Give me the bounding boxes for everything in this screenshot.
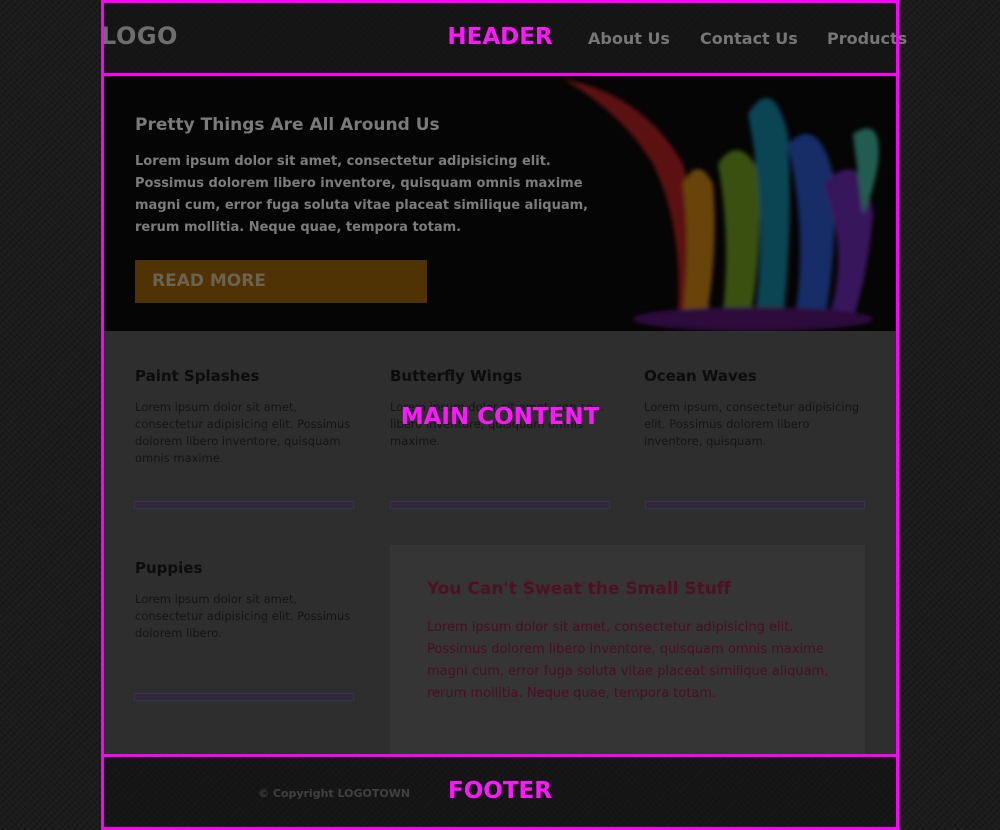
card-title: Ocean Waves	[644, 367, 757, 385]
card-text: Lorem ipsum dolor sit amet, con se... li…	[390, 400, 605, 448]
callout-text: Lorem ipsum dolor sit amet, consectetur …	[427, 620, 829, 701]
footer-nav-contact-us[interactable]: Contact Us	[592, 787, 659, 800]
site-footer: © Copyright LOGOTOWN About Us Contact Us…	[103, 755, 897, 830]
card-text: Lorem ipsum dolor sit amet, consectetur …	[135, 592, 351, 640]
footer-nav-about-us[interactable]: About Us	[443, 787, 499, 800]
card-title: Butterfly Wings	[390, 367, 523, 385]
nav-about-us[interactable]: About Us	[588, 29, 670, 48]
card-bar[interactable]	[134, 693, 354, 701]
card-text: Lorem ipsum, consectetur adipisicing eli…	[644, 400, 860, 448]
card-butterfly-wings: Butterfly Wings Lorem ipsum dolor sit am…	[390, 367, 610, 450]
card-bar[interactable]	[134, 501, 354, 509]
card-ocean-waves: Ocean Waves Lorem ipsum, consectetur adi…	[644, 367, 864, 450]
card-puppies: Puppies Lorem ipsum dolor sit amet, cons…	[135, 559, 355, 642]
site-header: LOGO About Us Contact Us Products	[101, 0, 907, 74]
read-more-button[interactable]: READ MORE	[135, 260, 427, 303]
callout-box: You Can't Sweat the Small Stuff Lorem ip…	[390, 545, 865, 755]
site-logo[interactable]: LOGO	[101, 22, 178, 50]
card-text: Lorem ipsum dolor sit amet, consectetur …	[135, 400, 351, 465]
copyright-text: © Copyright LOGOTOWN	[258, 787, 411, 800]
main-content: Paint Splashes Lorem ipsum dolor sit ame…	[103, 331, 897, 755]
callout-title: You Can't Sweat the Small Stuff	[427, 579, 731, 599]
footer-nav-products[interactable]: Products	[688, 787, 743, 800]
hero-banner: Pretty Things Are All Around Us Lorem ip…	[103, 74, 897, 331]
card-title: Puppies	[135, 559, 203, 577]
card-paint-splashes: Paint Splashes Lorem ipsum dolor sit ame…	[135, 367, 355, 467]
nav-contact-us[interactable]: Contact Us	[700, 29, 798, 48]
nav-products[interactable]: Products	[827, 29, 907, 48]
card-bar[interactable]	[645, 501, 865, 509]
card-bar[interactable]	[390, 501, 610, 509]
hero-text: Lorem ipsum dolor sit amet, consectetur …	[135, 154, 589, 235]
card-title: Paint Splashes	[135, 367, 260, 385]
hero-title: Pretty Things Are All Around Us	[135, 115, 440, 135]
